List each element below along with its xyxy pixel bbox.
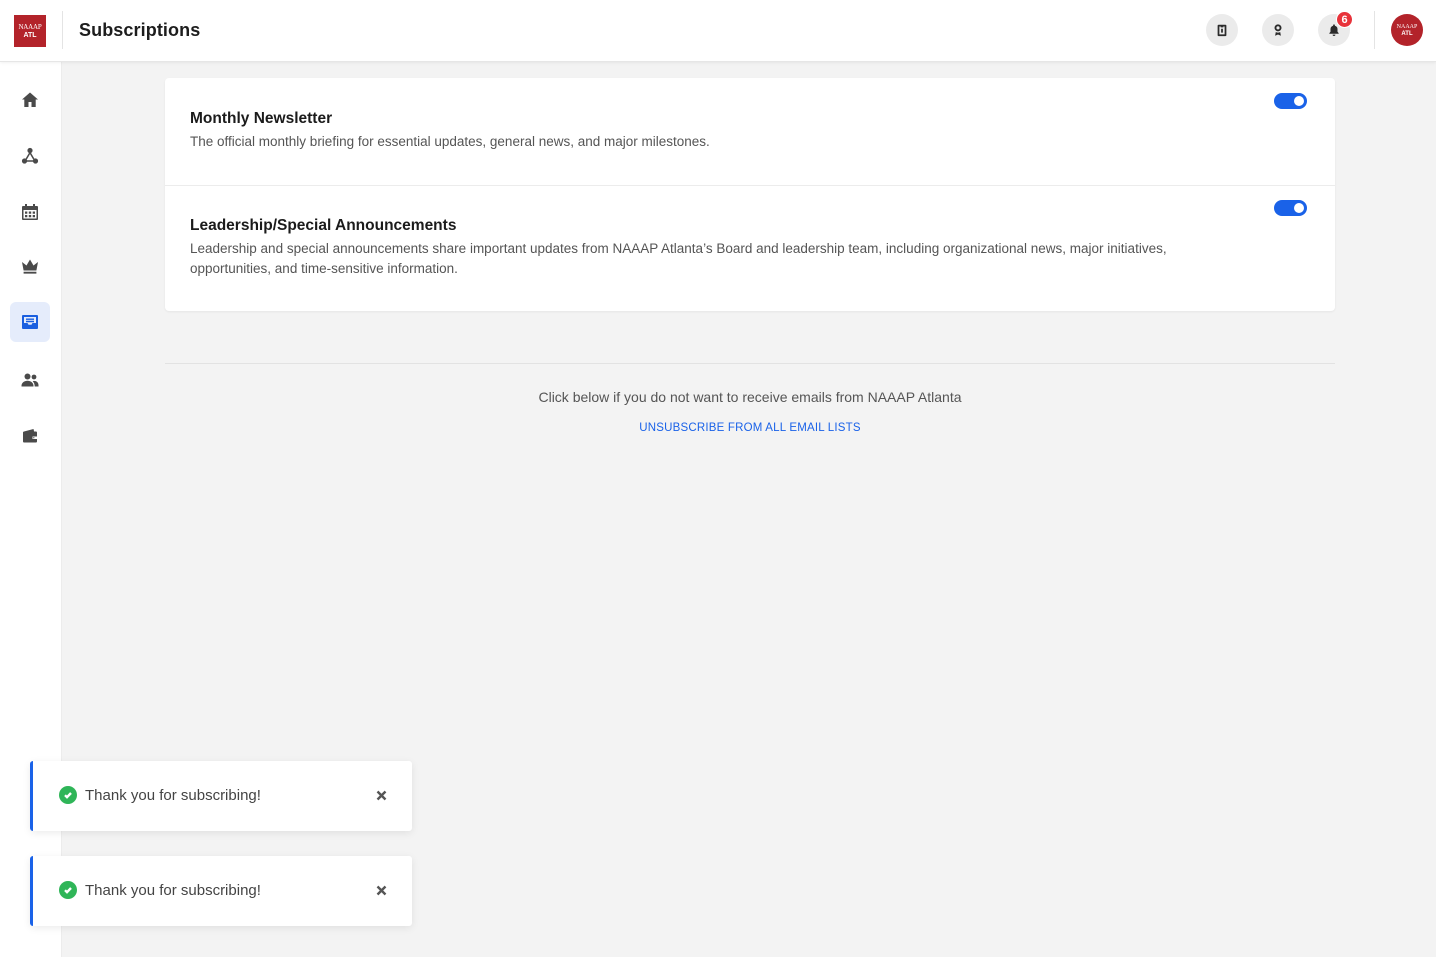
users-icon xyxy=(21,373,39,387)
close-icon xyxy=(376,790,386,800)
toggle-knob xyxy=(1294,96,1304,106)
home-icon xyxy=(22,92,38,107)
logo-line2: ATL xyxy=(23,31,37,39)
certificate-button[interactable] xyxy=(1262,14,1294,46)
subscription-description: The official monthly briefing for essent… xyxy=(190,134,710,149)
avatar[interactable]: NAAAP ATL xyxy=(1391,14,1423,46)
check-circle-icon xyxy=(59,786,77,804)
subscription-title: Leadership/Special Announcements xyxy=(190,217,457,234)
calendar-icon xyxy=(22,204,38,220)
subscription-item-monthly-newsletter: Monthly Newsletter The official monthly … xyxy=(165,78,1335,186)
toast-close-button[interactable] xyxy=(371,880,391,900)
page-title: Subscriptions xyxy=(79,20,201,40)
subscription-description: Leadership and special announcements sha… xyxy=(190,241,1167,276)
toast-message: Thank you for subscribing! xyxy=(85,787,261,804)
sidebar-item-home[interactable] xyxy=(10,80,50,120)
toast-notification: Thank you for subscribing! xyxy=(30,856,412,926)
inbox-icon xyxy=(22,315,38,329)
toast-message: Thank you for subscribing! xyxy=(85,882,261,899)
subscription-title: Monthly Newsletter xyxy=(190,110,333,127)
check-circle-icon xyxy=(59,881,77,899)
leadership-announcements-toggle[interactable] xyxy=(1274,200,1307,216)
top-bar: NAAAP ATL Subscriptions 6 NAAAP ATL xyxy=(0,0,1436,62)
sidebar-item-subscriptions[interactable] xyxy=(10,302,50,342)
notification-count-badge: 6 xyxy=(1336,11,1353,28)
network-icon xyxy=(21,147,39,164)
close-icon xyxy=(376,885,386,895)
unsubscribe-prompt: Click below if you do not want to receiv… xyxy=(538,389,962,405)
toast-close-button[interactable] xyxy=(371,785,391,805)
header-divider xyxy=(62,11,63,49)
subscription-item-leadership-announcements: Leadership/Special Announcements Leaders… xyxy=(165,186,1335,311)
badge-id-button[interactable] xyxy=(1206,14,1238,46)
subscriptions-card: Monthly Newsletter The official monthly … xyxy=(165,78,1335,311)
avatar-line1: NAAAP xyxy=(1396,23,1418,30)
section-divider xyxy=(165,363,1335,364)
header-divider-right xyxy=(1374,11,1375,49)
sidebar-item-membership[interactable] xyxy=(10,246,50,286)
crown-icon xyxy=(22,259,38,274)
sidebar-item-users[interactable] xyxy=(10,360,50,400)
naaap-atl-logo[interactable]: NAAAP ATL xyxy=(14,15,46,47)
logo-line1: NAAAP xyxy=(18,22,42,31)
badge-id-icon xyxy=(1217,24,1227,37)
monthly-newsletter-toggle[interactable] xyxy=(1274,93,1307,109)
sidebar-item-wallet[interactable] xyxy=(10,416,50,456)
toggle-knob xyxy=(1294,203,1304,213)
toast-notification: Thank you for subscribing! xyxy=(30,761,412,831)
sidebar-item-calendar[interactable] xyxy=(10,192,50,232)
avatar-line2: ATL xyxy=(1401,30,1413,37)
certificate-icon xyxy=(1274,24,1282,36)
unsubscribe-all-link[interactable]: UNSUBSCRIBE FROM ALL EMAIL LISTS xyxy=(165,422,1335,434)
sidebar-item-network[interactable] xyxy=(10,136,50,176)
wallet-icon xyxy=(23,429,37,443)
